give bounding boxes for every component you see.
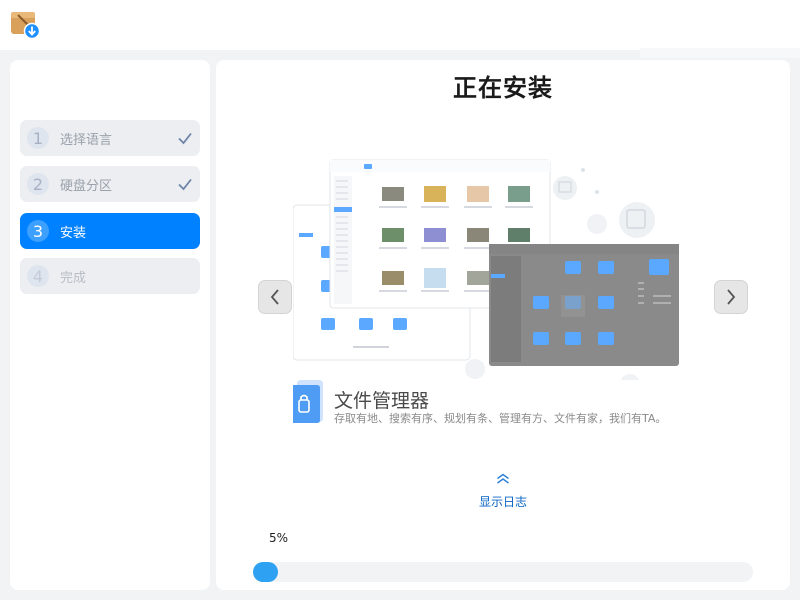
step-number: 3 (27, 220, 49, 242)
file-manager-app-icon (293, 380, 323, 423)
titlebar-divider (640, 48, 800, 58)
feature-slide: 文件管理器 存取有地、搜索有序、规划有条、管理有方、文件有家，我们有TA。 (293, 150, 713, 450)
install-steps-sidebar: 1 选择语言 2 硬盘分区 3 安装 4 完成 (10, 60, 210, 590)
install-panel: 正在安装 文件管理器 存取有地、搜索有序、规划有条、管理有方、文件有家，我们有T… (216, 60, 790, 590)
slide-description: 存取有地、搜索有序、规划有条、管理有方、文件有家，我们有TA。 (334, 412, 667, 425)
show-log-label[interactable]: 显示日志 (453, 493, 553, 510)
step-number: 2 (27, 173, 49, 195)
chevron-left-icon (270, 289, 279, 305)
step-disk-partition: 2 硬盘分区 (20, 166, 200, 202)
step-select-language: 1 选择语言 (20, 120, 200, 156)
package-installer-icon (11, 12, 40, 40)
title-bar (0, 0, 800, 50)
step-label: 硬盘分区 (60, 178, 113, 194)
chevron-right-icon (727, 289, 736, 305)
step-label: 完成 (60, 270, 87, 286)
file-manager-screenshot (293, 159, 679, 394)
progress-bar-fill (253, 562, 278, 582)
step-label: 安装 (60, 225, 87, 241)
checkmark-icon (178, 178, 192, 191)
step-number: 4 (27, 265, 49, 287)
progress-bar (253, 562, 753, 582)
step-finish: 4 完成 (20, 258, 200, 294)
previous-slide-button[interactable] (258, 280, 292, 314)
show-log-toggle[interactable]: 显示日志 (453, 470, 553, 510)
step-label: 选择语言 (60, 132, 113, 148)
step-install: 3 安装 (20, 213, 200, 249)
checkmark-icon (178, 132, 192, 145)
slide-title: 文件管理器 (334, 390, 430, 412)
chevron-double-up-icon (497, 473, 509, 484)
next-slide-button[interactable] (714, 280, 748, 314)
page-title: 正在安装 (453, 74, 553, 102)
progress-percentage: 5% (269, 531, 289, 545)
step-number: 1 (27, 127, 49, 149)
